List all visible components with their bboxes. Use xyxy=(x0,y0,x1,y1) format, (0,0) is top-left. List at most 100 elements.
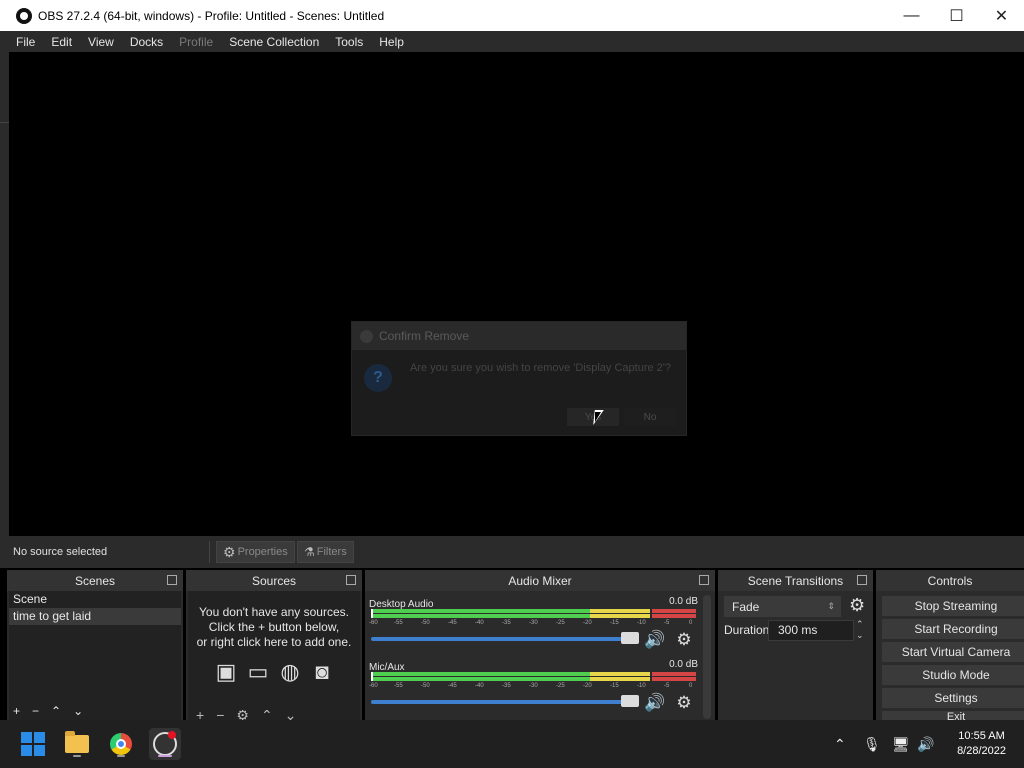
minimize-button[interactable]: — xyxy=(889,0,934,31)
properties-button[interactable]: ⚙ Properties xyxy=(216,541,295,563)
gear-icon: ⚙ xyxy=(223,543,236,560)
float-dock-icon[interactable] xyxy=(167,575,177,585)
transitions-header: Scene Transitions xyxy=(718,570,873,591)
windows-logo-icon xyxy=(21,732,45,756)
folder-icon xyxy=(65,731,89,753)
no-sources-line3: or right click here to add one. xyxy=(196,635,352,649)
close-button[interactable]: ✕ xyxy=(979,0,1024,31)
gear-icon[interactable]: ⚙ xyxy=(673,692,695,714)
chevron-updown-icon: ⇕ xyxy=(827,601,835,611)
move-up-icon[interactable]: ⌃ xyxy=(261,710,273,720)
transitions-title: Scene Transitions xyxy=(747,573,844,588)
scene-toolbar: + − ⌃ ⌄ xyxy=(9,703,181,720)
confirm-remove-dialog: Confirm Remove ? Are you sure you wish t… xyxy=(351,321,687,436)
menu-file[interactable]: File xyxy=(8,35,43,49)
window-titlebar: OBS 27.2.4 (64-bit, windows) - Profile: … xyxy=(0,0,1024,31)
meter-ticks: -60 -55 -50 -45 -40 -35 -30 -25 -20 -15 -10 -5 0 xyxy=(369,683,693,689)
mixer-channel-mic: Mic/Aux 0.0 dB -60 -55 -50 -45 -40 -35 -30 -25-… xyxy=(369,659,698,717)
audio-mixer-dock: Audio Mixer Desktop Audio 0.0 dB -60 -55-… xyxy=(365,570,715,720)
source-type-icons: ▣ ▭ ◍ ◙ xyxy=(188,659,360,684)
volume-slider-handle[interactable] xyxy=(621,632,639,644)
menu-scene-collection[interactable]: Scene Collection xyxy=(221,35,327,49)
gear-icon[interactable]: ⚙ xyxy=(236,710,249,720)
microphone-icon[interactable]: 🎙 xyxy=(863,736,881,753)
no-sources-line1: You don't have any sources. xyxy=(199,605,349,619)
start-recording-button[interactable]: Start Recording xyxy=(882,619,1024,639)
menu-edit[interactable]: Edit xyxy=(43,35,80,49)
menu-docks[interactable]: Docks xyxy=(122,35,171,49)
scene-transitions-dock: Scene Transitions Fade ⇕ ⚙ Duration 300 … xyxy=(718,570,873,720)
menu-help[interactable]: Help xyxy=(371,35,412,49)
mixer-channel-desktop: Desktop Audio 0.0 dB -60 -55 -50 -45 -40 -35-… xyxy=(369,596,698,654)
chrome-button[interactable] xyxy=(105,728,137,760)
no-source-label: No source selected xyxy=(13,546,108,558)
move-up-icon[interactable]: ⌃ xyxy=(51,703,61,720)
speaker-icon[interactable]: 🔊 xyxy=(644,692,666,714)
speaker-icon[interactable]: 🔊 xyxy=(644,629,666,651)
camera-icon: ◙ xyxy=(315,659,329,684)
duration-input[interactable]: 300 ms xyxy=(768,620,854,641)
image-icon: ▣ xyxy=(215,659,237,684)
volume-icon[interactable]: 🔊 xyxy=(917,736,934,753)
start-button[interactable] xyxy=(17,728,49,760)
mixer-header: Audio Mixer xyxy=(365,570,715,591)
preview-canvas[interactable] xyxy=(9,52,1024,536)
maximize-button[interactable]: ☐ xyxy=(934,0,979,31)
no-button[interactable]: No xyxy=(624,408,676,426)
settings-button[interactable]: Settings xyxy=(882,688,1024,708)
sources-dock: Sources You don't have any sources. Clic… xyxy=(186,570,362,720)
transition-select[interactable]: Fade ⇕ xyxy=(724,596,841,617)
dialog-title: Confirm Remove xyxy=(379,329,470,343)
chrome-icon xyxy=(110,733,132,755)
stepper-icon[interactable]: ⌃ ⌄ xyxy=(856,619,864,641)
remove-icon[interactable]: − xyxy=(216,710,224,720)
transition-value: Fade xyxy=(732,599,760,614)
add-icon[interactable]: + xyxy=(13,703,20,720)
controls-dock: Controls Stop Streaming Start Recording … xyxy=(876,570,1024,720)
show-hidden-icons-icon[interactable]: ⌃ xyxy=(834,736,846,753)
move-down-icon[interactable]: ⌄ xyxy=(73,703,83,720)
scene-item-selected[interactable]: time to get laid xyxy=(9,608,181,625)
float-dock-icon[interactable] xyxy=(699,575,709,585)
clock-date: 8/28/2022 xyxy=(957,745,1006,757)
filters-button[interactable]: ⚗ Filters xyxy=(297,541,354,563)
menu-profile[interactable]: Profile xyxy=(171,35,221,49)
scene-list: Scene time to get laid + − ⌃ ⌄ xyxy=(9,591,181,720)
filter-icon: ⚗ xyxy=(304,545,315,559)
dialog-titlebar: Confirm Remove xyxy=(352,322,686,350)
obs-taskbar-button[interactable] xyxy=(149,728,181,760)
window-title: OBS 27.2.4 (64-bit, windows) - Profile: … xyxy=(38,8,385,23)
volume-slider[interactable] xyxy=(371,695,639,707)
menu-bar: File Edit View Docks Profile Scene Colle… xyxy=(0,31,1024,52)
start-virtual-camera-button[interactable]: Start Virtual Camera xyxy=(882,642,1024,662)
source-list[interactable]: You don't have any sources. Click the + … xyxy=(188,591,360,720)
mixer-title: Audio Mixer xyxy=(508,573,572,588)
meter-ticks: -60 -55 -50 -45 -40 -35 -30 -25 -20 -15 -10 -5 0 xyxy=(369,620,693,626)
stop-streaming-button[interactable]: Stop Streaming xyxy=(882,596,1024,616)
channel-db: 0.0 dB xyxy=(669,659,698,670)
exit-button[interactable]: Exit xyxy=(882,711,1024,720)
source-toolbar-bottom: + − ⚙ ⌃ ⌄ xyxy=(188,710,360,720)
mixer-scrollbar[interactable] xyxy=(703,595,711,719)
network-icon[interactable]: 🖥 xyxy=(892,736,910,753)
volume-slider-handle[interactable] xyxy=(621,695,639,707)
remove-icon[interactable]: − xyxy=(32,703,39,720)
question-icon: ? xyxy=(364,364,392,392)
menu-tools[interactable]: Tools xyxy=(327,35,371,49)
scenes-title: Scenes xyxy=(74,573,116,588)
obs-icon xyxy=(153,731,177,756)
scene-item[interactable]: Scene xyxy=(9,591,181,608)
volume-slider[interactable] xyxy=(371,632,639,644)
move-down-icon[interactable]: ⌄ xyxy=(285,710,297,720)
float-dock-icon[interactable] xyxy=(857,575,867,585)
add-icon[interactable]: + xyxy=(196,710,204,720)
file-explorer-button[interactable] xyxy=(61,728,93,760)
studio-mode-button[interactable]: Studio Mode xyxy=(882,665,1024,685)
gear-icon[interactable]: ⚙ xyxy=(849,595,865,616)
float-dock-icon[interactable] xyxy=(346,575,356,585)
globe-icon: ◍ xyxy=(280,659,300,684)
gear-icon[interactable]: ⚙ xyxy=(673,629,695,651)
system-clock[interactable]: 10:55 AM 8/28/2022 xyxy=(957,729,1006,759)
controls-header: Controls xyxy=(876,570,1024,591)
menu-view[interactable]: View xyxy=(80,35,122,49)
